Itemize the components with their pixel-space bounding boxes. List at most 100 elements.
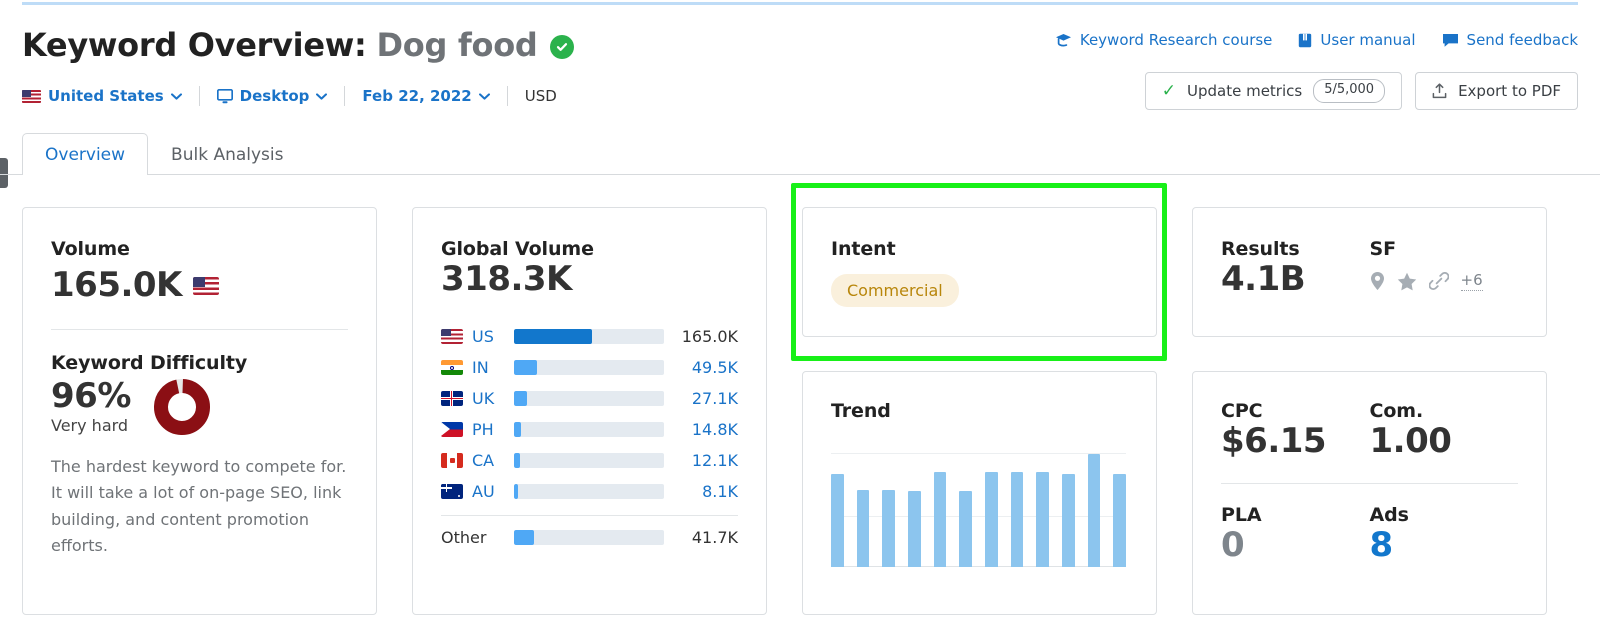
global-volume-bar xyxy=(514,329,664,345)
global-volume-value: 318.3K xyxy=(441,259,572,299)
cpc-value: $6.15 xyxy=(1221,421,1327,461)
trend-bar[interactable] xyxy=(1062,473,1075,567)
trend-bars xyxy=(831,444,1127,567)
tab-bulk-analysis[interactable]: Bulk Analysis xyxy=(148,133,306,175)
global-volume-row[interactable]: PH 14.8K xyxy=(441,414,738,445)
global-volume-other-bar-fill xyxy=(514,530,534,546)
trend-bar[interactable] xyxy=(959,490,973,567)
trend-bar[interactable] xyxy=(908,490,921,567)
send-feedback-link[interactable]: Send feedback xyxy=(1442,31,1578,49)
results-label: Results xyxy=(1221,238,1300,260)
global-volume-value[interactable]: 165.0K xyxy=(664,327,738,346)
global-volume-bar-fill xyxy=(514,360,538,376)
filter-bar: United States Desktop Feb 22, 2022 USD xyxy=(22,82,557,110)
sf-metric: SF +6 xyxy=(1370,238,1519,299)
page-title-prefix: Keyword Overview: xyxy=(22,26,367,64)
upload-icon xyxy=(1432,83,1447,99)
trend-bar[interactable] xyxy=(933,472,947,567)
global-volume-other-value: 41.7K xyxy=(691,528,738,548)
global-volume-value[interactable]: 27.1K xyxy=(664,389,738,408)
global-volume-row[interactable]: US 165.0K xyxy=(441,321,738,352)
volume-value-row: 165.0K xyxy=(51,265,348,305)
currency-label: USD xyxy=(525,87,557,105)
volume-label: Volume xyxy=(51,238,130,260)
ads-label: Ads xyxy=(1369,504,1409,527)
device-filter-label: Desktop xyxy=(239,87,310,105)
star-icon[interactable] xyxy=(1397,272,1417,291)
global-volume-row[interactable]: AU 8.1K xyxy=(441,476,738,507)
global-volume-row[interactable]: CA 12.1K xyxy=(441,445,738,476)
sidebar-collapse-handle[interactable] xyxy=(0,158,8,188)
intent-badge[interactable]: Commercial xyxy=(831,274,959,307)
global-volume-bar xyxy=(514,422,664,438)
update-metrics-button[interactable]: ✓ Update metrics 5/5,000 xyxy=(1144,72,1403,110)
global-volume-value[interactable]: 49.5K xyxy=(664,358,738,377)
trend-bar[interactable] xyxy=(1087,453,1101,567)
global-volume-row[interactable]: IN 49.5K xyxy=(441,352,738,383)
global-volume-bar xyxy=(514,484,664,500)
filter-divider xyxy=(198,86,200,106)
ads-value[interactable]: 8 xyxy=(1370,525,1519,565)
global-volume-card: Global Volume 318.3K US 165.0K IN 49.5K UK 27… xyxy=(412,207,767,615)
book-icon xyxy=(1299,33,1312,47)
difficulty-donut-chart xyxy=(153,379,210,436)
global-volume-bar-fill xyxy=(514,422,521,438)
map-pin-icon[interactable] xyxy=(1370,271,1385,291)
global-volume-country-code[interactable]: IN xyxy=(472,358,514,377)
results-card: Results 4.1B SF +6 xyxy=(1192,207,1547,337)
us-flag-icon xyxy=(441,329,463,345)
trend-bar[interactable] xyxy=(1036,472,1050,567)
global-volume-country-code[interactable]: US xyxy=(472,327,514,346)
ca-flag-icon xyxy=(441,453,463,469)
page-title: Keyword Overview: Dog food xyxy=(22,26,574,64)
ph-flag-icon xyxy=(441,422,463,438)
tabs-underline xyxy=(0,174,1600,175)
trend-bar[interactable] xyxy=(882,489,896,567)
global-volume-bar xyxy=(514,360,664,376)
date-filter[interactable]: Feb 22, 2022 xyxy=(362,87,490,105)
global-volume-country-code[interactable]: CA xyxy=(472,451,514,470)
sf-more-count[interactable]: +6 xyxy=(1460,271,1483,291)
link-icon[interactable] xyxy=(1428,271,1449,291)
trend-bar[interactable] xyxy=(856,489,870,567)
keyword-difficulty-percent: 96% xyxy=(51,376,131,417)
global-volume-country-code[interactable]: PH xyxy=(472,420,514,439)
device-filter[interactable]: Desktop xyxy=(216,87,328,105)
cpc-metric: CPC $6.15 xyxy=(1221,400,1370,461)
global-volume-label: Global Volume xyxy=(441,238,594,260)
au-flag-icon xyxy=(441,484,463,500)
speech-bubble-icon xyxy=(1442,33,1458,47)
global-volume-value[interactable]: 14.8K xyxy=(664,420,738,439)
country-filter[interactable]: United States xyxy=(22,87,182,105)
global-volume-country-code[interactable]: AU xyxy=(472,482,514,501)
trend-bar[interactable] xyxy=(985,472,998,567)
global-volume-other-row: Other 41.7K xyxy=(441,522,738,553)
keyword-research-course-link[interactable]: Keyword Research course xyxy=(1055,31,1272,49)
global-volume-divider xyxy=(441,515,738,517)
intent-label: Intent xyxy=(831,238,896,260)
global-volume-other-label: Other xyxy=(441,528,487,548)
chevron-down-icon xyxy=(316,92,328,100)
currency-label-text: USD xyxy=(524,87,557,105)
keyword-difficulty-description: The hardest keyword to compete for. It w… xyxy=(51,457,347,556)
trend-bar[interactable] xyxy=(1010,472,1024,567)
user-manual-link[interactable]: User manual xyxy=(1298,31,1416,49)
trend-bar[interactable] xyxy=(831,473,844,567)
header-buttons: ✓ Update metrics 5/5,000 Export to PDF xyxy=(1144,72,1578,110)
sf-label: SF xyxy=(1369,238,1397,260)
filter-divider xyxy=(344,86,346,106)
global-volume-value[interactable]: 8.1K xyxy=(664,482,738,501)
cpc-label: CPC xyxy=(1221,400,1263,422)
global-volume-country-code[interactable]: UK xyxy=(472,389,514,408)
global-volume-bar-fill xyxy=(514,484,518,500)
volume-card: Volume 165.0K Keyword Difficulty 96% Ver… xyxy=(22,207,377,615)
pla-value: 0 xyxy=(1221,525,1245,566)
top-accent-rule xyxy=(22,2,1578,5)
export-to-pdf-button[interactable]: Export to PDF xyxy=(1415,72,1578,110)
trend-bar[interactable] xyxy=(1113,473,1127,567)
global-volume-value[interactable]: 12.1K xyxy=(664,451,738,470)
tab-overview[interactable]: Overview xyxy=(22,133,149,176)
global-volume-row[interactable]: UK 27.1K xyxy=(441,383,738,414)
trend-label: Trend xyxy=(831,400,891,422)
cpc-bottom-row: PLA 0 Ads 8 xyxy=(1221,504,1518,565)
